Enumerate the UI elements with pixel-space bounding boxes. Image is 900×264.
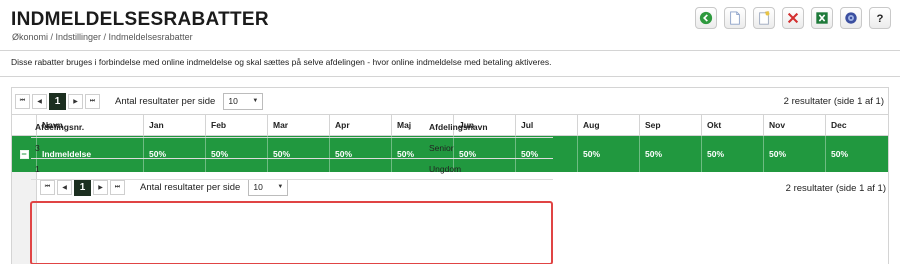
row-value-okt: 50%	[701, 136, 763, 172]
department-name: Ungdom	[429, 164, 462, 174]
edit-button[interactable]	[753, 7, 775, 29]
department-name: Senior	[429, 143, 454, 153]
department-table-header: Afdelingsnr. Afdelingsnavn	[31, 117, 553, 138]
per-page-label: Antal resultater per side	[115, 95, 216, 107]
column-header-aug[interactable]: Aug	[577, 115, 639, 135]
detail-current-page-button[interactable]: 1	[74, 178, 91, 196]
last-page-button[interactable]: ⏭	[85, 93, 100, 109]
excel-export-button[interactable]	[811, 7, 833, 29]
current-page-button[interactable]: 1	[49, 92, 66, 110]
row-value-aug: 50%	[577, 136, 639, 172]
row-value-dec: 50%	[825, 136, 887, 172]
per-page-select[interactable]: 10 ▼	[223, 92, 264, 110]
table-row[interactable]: 3 Senior	[31, 138, 553, 159]
new-button[interactable]	[724, 7, 746, 29]
delete-button[interactable]	[782, 7, 804, 29]
column-header-afdelingsnavn[interactable]: Afdelingsnavn	[425, 117, 553, 137]
prev-page-button[interactable]: ◀	[32, 93, 47, 109]
detail-last-page-button[interactable]: ⏭	[110, 179, 125, 195]
help-button[interactable]: ?	[869, 7, 891, 29]
back-arrow-icon	[699, 11, 713, 25]
delete-icon	[787, 12, 799, 24]
column-header-okt[interactable]: Okt	[701, 115, 763, 135]
detail-per-page-select[interactable]: 10 ▼	[248, 178, 289, 196]
detail-results-count: 2 resultater (side 1 af 1)	[785, 183, 886, 194]
department-table: Afdelingsnr. Afdelingsnavn 3 Senior 1 Un…	[31, 117, 553, 180]
detail-per-page-label: Antal resultater per side	[140, 181, 241, 193]
next-page-button[interactable]: ▶	[68, 93, 83, 109]
excel-icon	[816, 12, 828, 24]
new-document-icon	[730, 11, 740, 25]
detail-first-page-button[interactable]: ⏮	[40, 179, 55, 195]
edit-document-icon	[759, 11, 770, 25]
help-icon: ?	[877, 13, 884, 25]
department-number: 1	[35, 164, 40, 174]
page-title: INDMELDELSESRABATTER	[11, 9, 269, 30]
column-header-afdelingsnr[interactable]: Afdelingsnr.	[31, 117, 425, 137]
table-row[interactable]: 1 Ungdom	[31, 159, 553, 180]
row-value-nov: 50%	[763, 136, 825, 172]
per-page-value: 10	[228, 96, 238, 106]
info-box: Disse rabatter bruges i forbindelse med …	[0, 50, 900, 77]
row-value-sep: 50%	[639, 136, 701, 172]
settings-button[interactable]	[840, 7, 862, 29]
svg-text:?: ?	[877, 13, 884, 25]
detail-panel: ⏮ ◀ 1 ▶ ⏭ Antal resultater per side 10 ▼…	[12, 172, 888, 264]
column-header-nov[interactable]: Nov	[763, 115, 825, 135]
column-header-sep[interactable]: Sep	[639, 115, 701, 135]
detail-next-page-button[interactable]: ▶	[93, 179, 108, 195]
toolbar: ?	[695, 7, 891, 29]
department-number: 3	[35, 143, 40, 153]
collapse-icon: −	[19, 148, 29, 159]
breadcrumb: Økonomi / Indstillinger / Indmeldelsesra…	[12, 32, 193, 42]
back-button[interactable]	[695, 7, 717, 29]
settings-icon	[845, 12, 857, 24]
chevron-down-icon: ▼	[252, 98, 259, 104]
results-count: 2 resultater (side 1 af 1)	[783, 96, 884, 107]
detail-per-page-value: 10	[253, 182, 263, 192]
column-header-dec[interactable]: Dec	[825, 115, 887, 135]
grid-pager: ⏮ ◀ 1 ▶ ⏭ Antal resultater per side 10 ▼	[15, 89, 264, 113]
first-page-button[interactable]: ⏮	[15, 93, 30, 109]
chevron-down-icon: ▼	[277, 184, 284, 190]
info-text: Disse rabatter bruges i forbindelse med …	[11, 57, 552, 67]
detail-prev-page-button[interactable]: ◀	[57, 179, 72, 195]
detail-panel-inner: ⏮ ◀ 1 ▶ ⏭ Antal resultater per side 10 ▼…	[36, 172, 888, 264]
